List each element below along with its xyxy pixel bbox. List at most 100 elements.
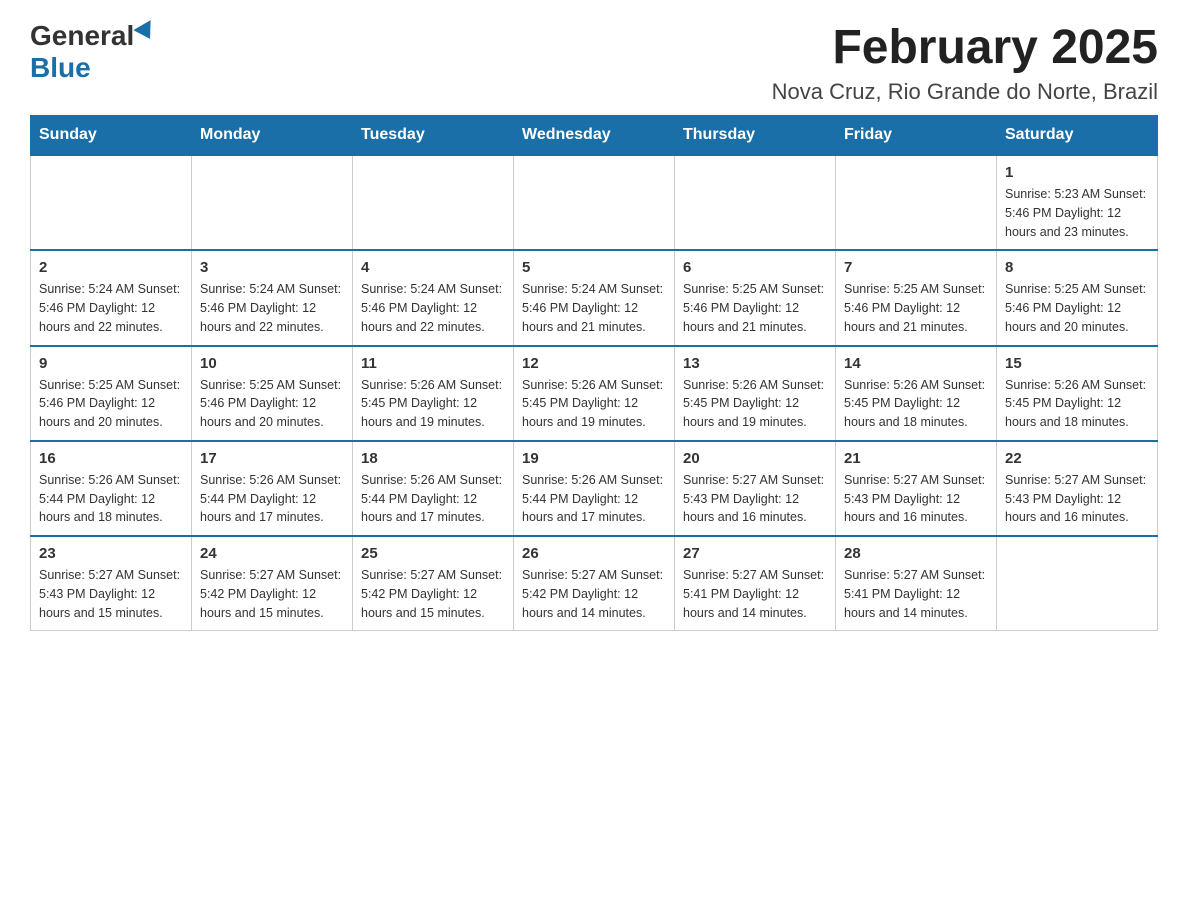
- day-number: 24: [200, 545, 344, 562]
- calendar-cell: [514, 155, 675, 250]
- calendar-week-row: 1 Sunrise: 5:23 AM Sunset: 5:46 PM Daylig…: [31, 155, 1158, 250]
- day-number: 7: [844, 259, 988, 276]
- calendar-cell: 22 Sunrise: 5:27 AM Sunset: 5:43 PM Dayli…: [997, 441, 1158, 536]
- calendar-cell: [836, 155, 997, 250]
- day-number: 13: [683, 355, 827, 372]
- calendar-week-row: 16 Sunrise: 5:26 AM Sunset: 5:44 PM Dayli…: [31, 441, 1158, 536]
- day-info: Sunrise: 5:27 AM Sunset: 5:43 PM Dayligh…: [1005, 471, 1149, 527]
- weekday-header-row: Sunday Monday Tuesday Wednesday Thursday…: [31, 116, 1158, 156]
- header-monday: Monday: [192, 116, 353, 156]
- day-number: 14: [844, 355, 988, 372]
- calendar-subtitle: Nova Cruz, Rio Grande do Norte, Brazil: [772, 79, 1158, 105]
- day-info: Sunrise: 5:24 AM Sunset: 5:46 PM Dayligh…: [39, 280, 183, 336]
- day-number: 1: [1005, 164, 1149, 181]
- day-number: 12: [522, 355, 666, 372]
- calendar-title: February 2025: [772, 20, 1158, 75]
- day-number: 22: [1005, 450, 1149, 467]
- day-info: Sunrise: 5:25 AM Sunset: 5:46 PM Dayligh…: [683, 280, 827, 336]
- calendar-cell: 5 Sunrise: 5:24 AM Sunset: 5:46 PM Daylig…: [514, 250, 675, 345]
- calendar-cell: 4 Sunrise: 5:24 AM Sunset: 5:46 PM Daylig…: [353, 250, 514, 345]
- day-info: Sunrise: 5:26 AM Sunset: 5:45 PM Dayligh…: [1005, 376, 1149, 432]
- day-info: Sunrise: 5:27 AM Sunset: 5:43 PM Dayligh…: [683, 471, 827, 527]
- header-wednesday: Wednesday: [514, 116, 675, 156]
- day-info: Sunrise: 5:27 AM Sunset: 5:42 PM Dayligh…: [522, 566, 666, 622]
- calendar-cell: 10Sunrise: 5:25 AM Sunset: 5:46 PM Dayli…: [192, 346, 353, 441]
- day-number: 16: [39, 450, 183, 467]
- day-info: Sunrise: 5:23 AM Sunset: 5:46 PM Dayligh…: [1005, 185, 1149, 241]
- day-number: 26: [522, 545, 666, 562]
- calendar-cell: 2Sunrise: 5:24 AM Sunset: 5:46 PM Daylig…: [31, 250, 192, 345]
- calendar-cell: 23 Sunrise: 5:27 AM Sunset: 5:43 PM Dayli…: [31, 536, 192, 631]
- calendar-week-row: 2Sunrise: 5:24 AM Sunset: 5:46 PM Daylig…: [31, 250, 1158, 345]
- day-info: Sunrise: 5:27 AM Sunset: 5:42 PM Dayligh…: [361, 566, 505, 622]
- header-saturday: Saturday: [997, 116, 1158, 156]
- day-info: Sunrise: 5:27 AM Sunset: 5:43 PM Dayligh…: [844, 471, 988, 527]
- calendar-cell: 7Sunrise: 5:25 AM Sunset: 5:46 PM Daylig…: [836, 250, 997, 345]
- calendar-table: Sunday Monday Tuesday Wednesday Thursday…: [30, 115, 1158, 631]
- day-info: Sunrise: 5:25 AM Sunset: 5:46 PM Dayligh…: [200, 376, 344, 432]
- calendar-cell: 20Sunrise: 5:27 AM Sunset: 5:43 PM Dayli…: [675, 441, 836, 536]
- calendar-cell: 12 Sunrise: 5:26 AM Sunset: 5:45 PM Dayli…: [514, 346, 675, 441]
- logo-blue-text: Blue: [30, 52, 91, 84]
- day-number: 23: [39, 545, 183, 562]
- day-info: Sunrise: 5:27 AM Sunset: 5:43 PM Dayligh…: [39, 566, 183, 622]
- calendar-week-row: 23 Sunrise: 5:27 AM Sunset: 5:43 PM Dayli…: [31, 536, 1158, 631]
- day-number: 25: [361, 545, 505, 562]
- page-header: General Blue February 2025 Nova Cruz, Ri…: [30, 20, 1158, 105]
- day-info: Sunrise: 5:26 AM Sunset: 5:44 PM Dayligh…: [361, 471, 505, 527]
- calendar-cell: 15 Sunrise: 5:26 AM Sunset: 5:45 PM Dayli…: [997, 346, 1158, 441]
- calendar-cell: [675, 155, 836, 250]
- day-info: Sunrise: 5:27 AM Sunset: 5:42 PM Dayligh…: [200, 566, 344, 622]
- day-info: Sunrise: 5:27 AM Sunset: 5:41 PM Dayligh…: [683, 566, 827, 622]
- calendar-cell: 28 Sunrise: 5:27 AM Sunset: 5:41 PM Dayli…: [836, 536, 997, 631]
- day-info: Sunrise: 5:26 AM Sunset: 5:45 PM Dayligh…: [361, 376, 505, 432]
- calendar-week-row: 9 Sunrise: 5:25 AM Sunset: 5:46 PM Daylig…: [31, 346, 1158, 441]
- day-info: Sunrise: 5:26 AM Sunset: 5:45 PM Dayligh…: [522, 376, 666, 432]
- day-info: Sunrise: 5:24 AM Sunset: 5:46 PM Dayligh…: [522, 280, 666, 336]
- calendar-cell: 24 Sunrise: 5:27 AM Sunset: 5:42 PM Dayli…: [192, 536, 353, 631]
- calendar-cell: 25 Sunrise: 5:27 AM Sunset: 5:42 PM Dayli…: [353, 536, 514, 631]
- header-tuesday: Tuesday: [353, 116, 514, 156]
- day-number: 11: [361, 355, 505, 372]
- calendar-cell: [31, 155, 192, 250]
- day-info: Sunrise: 5:26 AM Sunset: 5:44 PM Dayligh…: [522, 471, 666, 527]
- header-friday: Friday: [836, 116, 997, 156]
- day-info: Sunrise: 5:25 AM Sunset: 5:46 PM Dayligh…: [39, 376, 183, 432]
- calendar-cell: 17 Sunrise: 5:26 AM Sunset: 5:44 PM Dayli…: [192, 441, 353, 536]
- day-info: Sunrise: 5:26 AM Sunset: 5:45 PM Dayligh…: [683, 376, 827, 432]
- day-number: 27: [683, 545, 827, 562]
- day-number: 28: [844, 545, 988, 562]
- calendar-cell: 9 Sunrise: 5:25 AM Sunset: 5:46 PM Daylig…: [31, 346, 192, 441]
- day-number: 18: [361, 450, 505, 467]
- calendar-cell: 8 Sunrise: 5:25 AM Sunset: 5:46 PM Daylig…: [997, 250, 1158, 345]
- day-info: Sunrise: 5:26 AM Sunset: 5:45 PM Dayligh…: [844, 376, 988, 432]
- logo-general-text: General: [30, 20, 134, 52]
- logo-triangle-icon: [134, 20, 159, 44]
- day-number: 21: [844, 450, 988, 467]
- calendar-cell: 26 Sunrise: 5:27 AM Sunset: 5:42 PM Dayli…: [514, 536, 675, 631]
- title-section: February 2025 Nova Cruz, Rio Grande do N…: [772, 20, 1158, 105]
- header-sunday: Sunday: [31, 116, 192, 156]
- calendar-cell: 21 Sunrise: 5:27 AM Sunset: 5:43 PM Dayli…: [836, 441, 997, 536]
- calendar-cell: 27 Sunrise: 5:27 AM Sunset: 5:41 PM Dayli…: [675, 536, 836, 631]
- calendar-cell: 16 Sunrise: 5:26 AM Sunset: 5:44 PM Dayli…: [31, 441, 192, 536]
- day-number: 5: [522, 259, 666, 276]
- day-number: 15: [1005, 355, 1149, 372]
- calendar-cell: 14 Sunrise: 5:26 AM Sunset: 5:45 PM Dayli…: [836, 346, 997, 441]
- day-info: Sunrise: 5:25 AM Sunset: 5:46 PM Dayligh…: [1005, 280, 1149, 336]
- day-info: Sunrise: 5:24 AM Sunset: 5:46 PM Dayligh…: [361, 280, 505, 336]
- day-number: 8: [1005, 259, 1149, 276]
- calendar-cell: 13 Sunrise: 5:26 AM Sunset: 5:45 PM Dayli…: [675, 346, 836, 441]
- day-number: 9: [39, 355, 183, 372]
- day-info: Sunrise: 5:26 AM Sunset: 5:44 PM Dayligh…: [200, 471, 344, 527]
- day-number: 4: [361, 259, 505, 276]
- day-number: 17: [200, 450, 344, 467]
- header-thursday: Thursday: [675, 116, 836, 156]
- day-info: Sunrise: 5:26 AM Sunset: 5:44 PM Dayligh…: [39, 471, 183, 527]
- calendar-cell: 18 Sunrise: 5:26 AM Sunset: 5:44 PM Dayli…: [353, 441, 514, 536]
- day-number: 3: [200, 259, 344, 276]
- calendar-cell: [997, 536, 1158, 631]
- day-info: Sunrise: 5:27 AM Sunset: 5:41 PM Dayligh…: [844, 566, 988, 622]
- calendar-cell: 1 Sunrise: 5:23 AM Sunset: 5:46 PM Daylig…: [997, 155, 1158, 250]
- calendar-cell: [192, 155, 353, 250]
